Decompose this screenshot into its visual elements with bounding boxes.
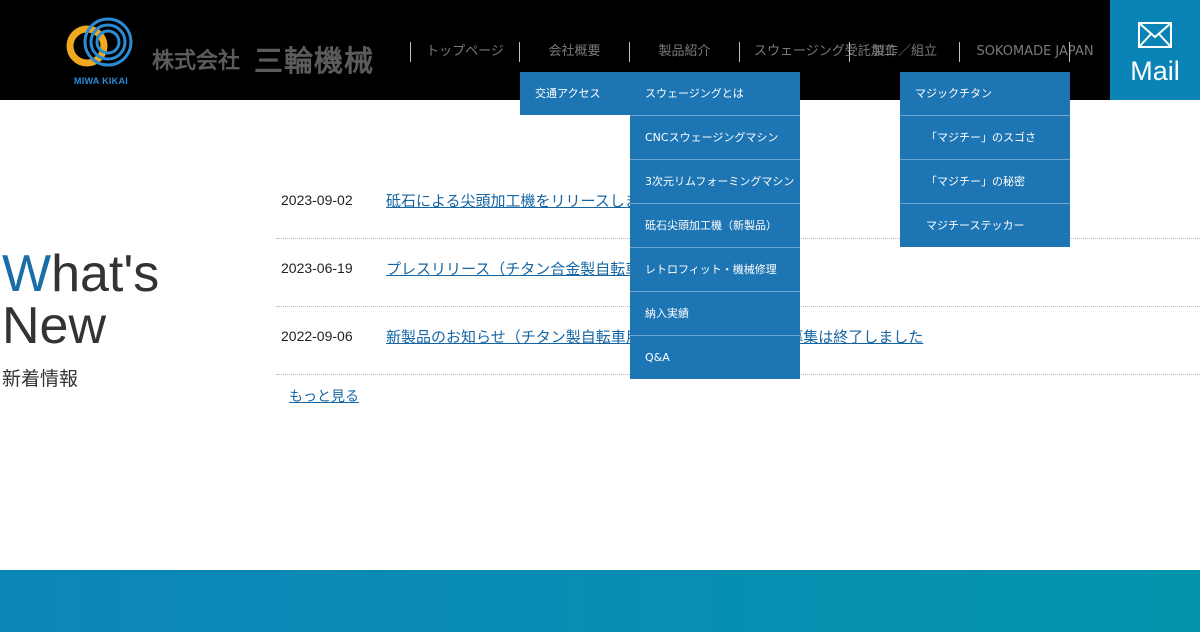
mail-icon [1138, 22, 1172, 48]
company-name: 株式会社 三輪機械 [152, 38, 374, 80]
dropdown-item-cnc-swaging[interactable]: CNCスウェージングマシン [630, 116, 800, 160]
dropdown-item-majichi-sticker[interactable]: マジチーステッカー [900, 204, 1070, 247]
company-prefix: 株式会社 [152, 49, 241, 74]
heading-first-letter: W [2, 245, 52, 303]
dropdown-item-retrofit[interactable]: レトロフィット・機械修理 [630, 248, 800, 292]
dropdown-item-delivery-record[interactable]: 納入実績 [630, 292, 800, 336]
dropdown-item-rim-forming[interactable]: 3次元リムフォーミングマシン [630, 160, 800, 204]
news-date: 2023-06-19 [281, 260, 353, 276]
dropdown-item-magic-titan[interactable]: マジックチタン [900, 72, 1070, 116]
more-link[interactable]: もっと見る [289, 386, 359, 406]
news-date: 2022-09-06 [281, 328, 353, 344]
footer-band [0, 570, 1200, 632]
news-title-link[interactable]: 砥石による尖頭加工機をリリースしました [386, 190, 670, 211]
dropdown-item-grinding-machine[interactable]: 砥石尖頭加工機（新製品） [630, 204, 800, 248]
nav-top-page[interactable]: トップページ [411, 42, 519, 62]
dropdown-item-swaging-about[interactable]: スウェージングとは [630, 72, 800, 116]
rings-logo-icon [66, 17, 133, 67]
heading-rest: hat's [51, 245, 160, 303]
miwa-logo[interactable]: MIWA KIKAI [66, 16, 136, 88]
logo-subtext: MIWA KIKAI [73, 76, 129, 86]
nav-manufacturing[interactable]: 製作／組立 [872, 42, 937, 62]
whats-new-heading: What's New [2, 248, 159, 352]
heading-line2: New [2, 297, 107, 355]
whats-new-subheading: 新着情報 [2, 368, 79, 390]
dropdown-item-qa[interactable]: Q&A [630, 336, 800, 379]
dropdown-item-majichi-secret[interactable]: 「マジチー」の秘密 [900, 160, 1070, 204]
nav-separator [1069, 42, 1070, 62]
dropdown-item-majichi-greatness[interactable]: 「マジチー」のスゴさ [900, 116, 1070, 160]
nav-separator [739, 42, 740, 62]
mail-button[interactable]: Mail [1110, 0, 1200, 100]
news-date: 2023-09-02 [281, 192, 353, 208]
nav-products[interactable]: 製品紹介 [630, 42, 739, 62]
company-title: 三輪機械 [254, 44, 375, 78]
nav-separator [849, 42, 850, 62]
mail-label: Mail [1130, 56, 1180, 86]
nav-company[interactable]: 会社概要 [520, 42, 629, 62]
nav-sokomade-japan[interactable]: SOKOMADE JAPAN [960, 42, 1110, 62]
